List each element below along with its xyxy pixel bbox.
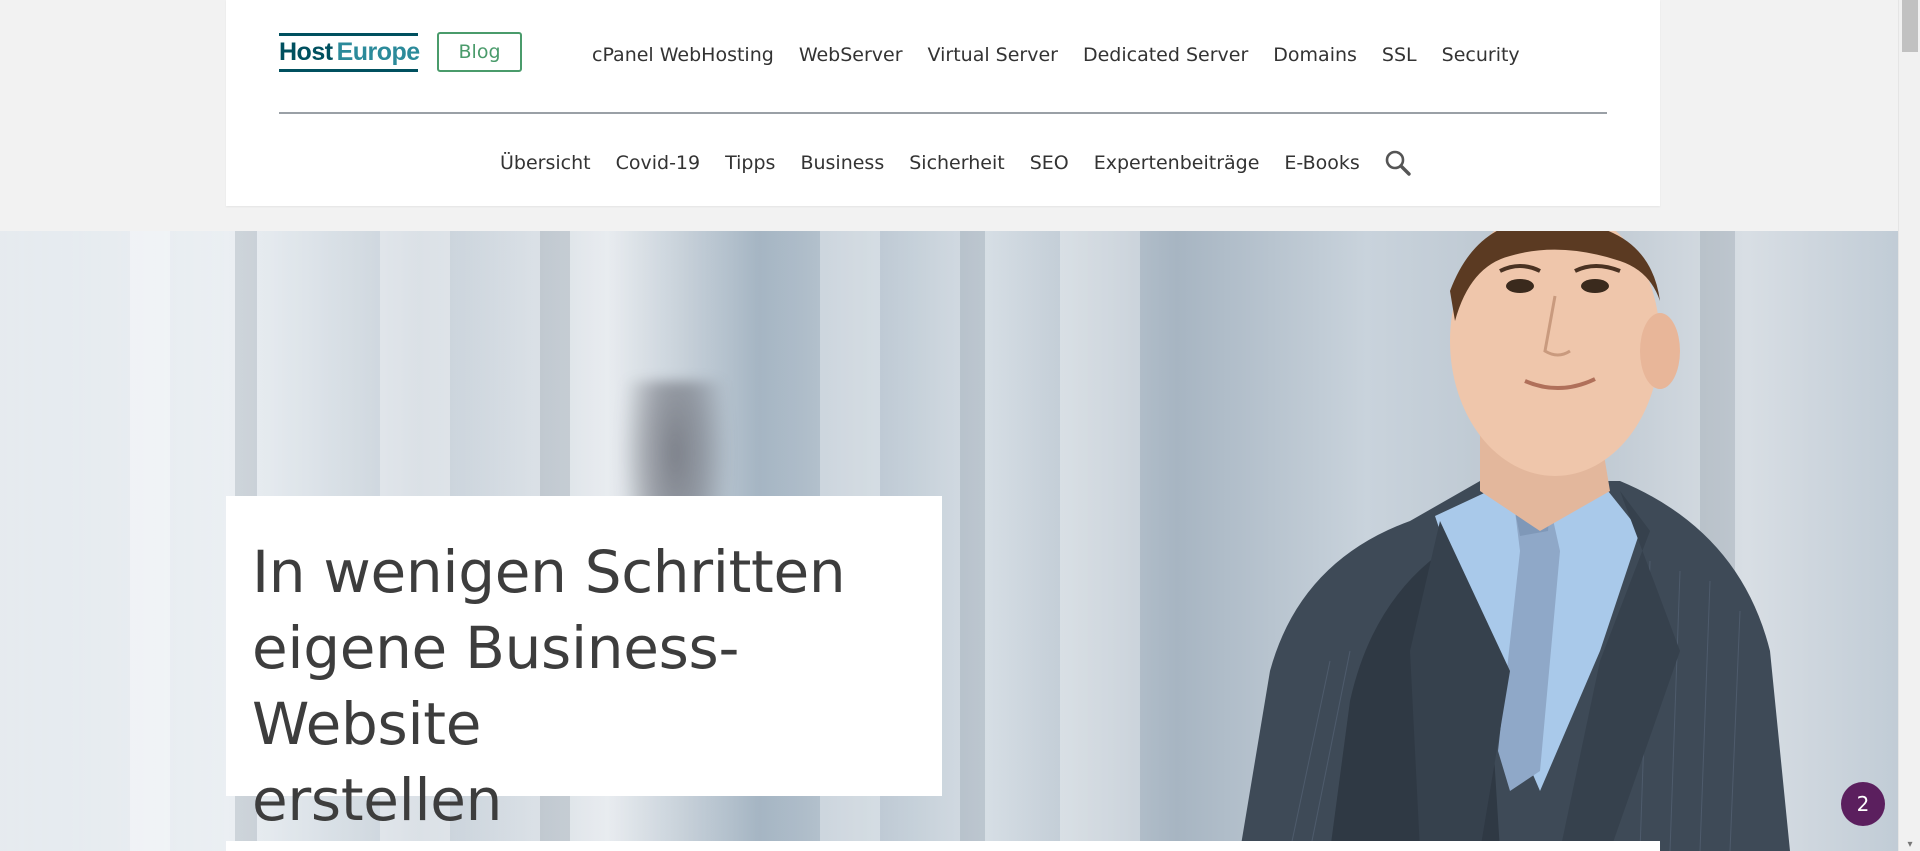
nav-ssl[interactable]: SSL <box>1382 44 1417 66</box>
logo-europe-text: Europe <box>336 37 421 66</box>
hosteurope-logo[interactable]: Host Europe <box>279 31 421 73</box>
site-header: Host Europe Blog cPanel WebHosting WebSe… <box>226 0 1660 206</box>
category-e-books[interactable]: E-Books <box>1284 152 1359 174</box>
category-expertenbeitraege[interactable]: Expertenbeiträge <box>1094 152 1260 174</box>
category-seo[interactable]: SEO <box>1030 152 1069 174</box>
category-covid-19[interactable]: Covid-19 <box>616 152 701 174</box>
hero-title[interactable]: In wenigen Schritten eigene Business-Web… <box>252 534 916 838</box>
category-tipps[interactable]: Tipps <box>725 152 775 174</box>
blog-category-nav: Übersicht Covid-19 Tipps Business Sicher… <box>500 144 1413 182</box>
page: Host Europe Blog cPanel WebHosting WebSe… <box>0 0 1898 851</box>
bg-window-stripe <box>130 231 170 851</box>
nav-cpanel-webhosting[interactable]: cPanel WebHosting <box>592 44 774 66</box>
bg-window-stripe <box>960 231 985 851</box>
page-scrollbar[interactable]: ▾ <box>1898 0 1920 851</box>
content-card-top-edge <box>226 841 1660 851</box>
product-nav: cPanel WebHosting WebServer Virtual Serv… <box>592 36 1520 74</box>
header-divider <box>279 112 1607 114</box>
nav-domains[interactable]: Domains <box>1273 44 1357 66</box>
category-uebersicht[interactable]: Übersicht <box>500 152 591 174</box>
nav-dedicated-server[interactable]: Dedicated Server <box>1083 44 1248 66</box>
notification-badge[interactable]: 2 <box>1841 782 1885 826</box>
blog-button[interactable]: Blog <box>437 32 522 72</box>
scroll-down-arrow-icon[interactable]: ▾ <box>1903 839 1917 850</box>
nav-webserver[interactable]: WebServer <box>799 44 903 66</box>
hero-title-line: eigene Business-Website <box>252 614 740 758</box>
category-business[interactable]: Business <box>800 152 884 174</box>
logo-host-text: Host <box>279 37 333 66</box>
scrollbar-thumb[interactable] <box>1902 0 1918 52</box>
logo-bar-bottom <box>279 69 418 72</box>
businessman-photo <box>1240 231 1790 851</box>
bg-window-stripe <box>1060 231 1140 851</box>
search-icon[interactable] <box>1383 148 1413 178</box>
hero-title-line: In wenigen Schritten <box>252 538 846 606</box>
logo-bar-top <box>279 33 418 36</box>
nav-security[interactable]: Security <box>1442 44 1520 66</box>
hero-title-card[interactable]: In wenigen Schritten eigene Business-Web… <box>226 496 942 834</box>
nav-virtual-server[interactable]: Virtual Server <box>928 44 1058 66</box>
category-sicherheit[interactable]: Sicherheit <box>909 152 1004 174</box>
hero-title-line: erstellen <box>252 766 503 834</box>
hero-banner: In wenigen Schritten eigene Business-Web… <box>0 231 1898 851</box>
